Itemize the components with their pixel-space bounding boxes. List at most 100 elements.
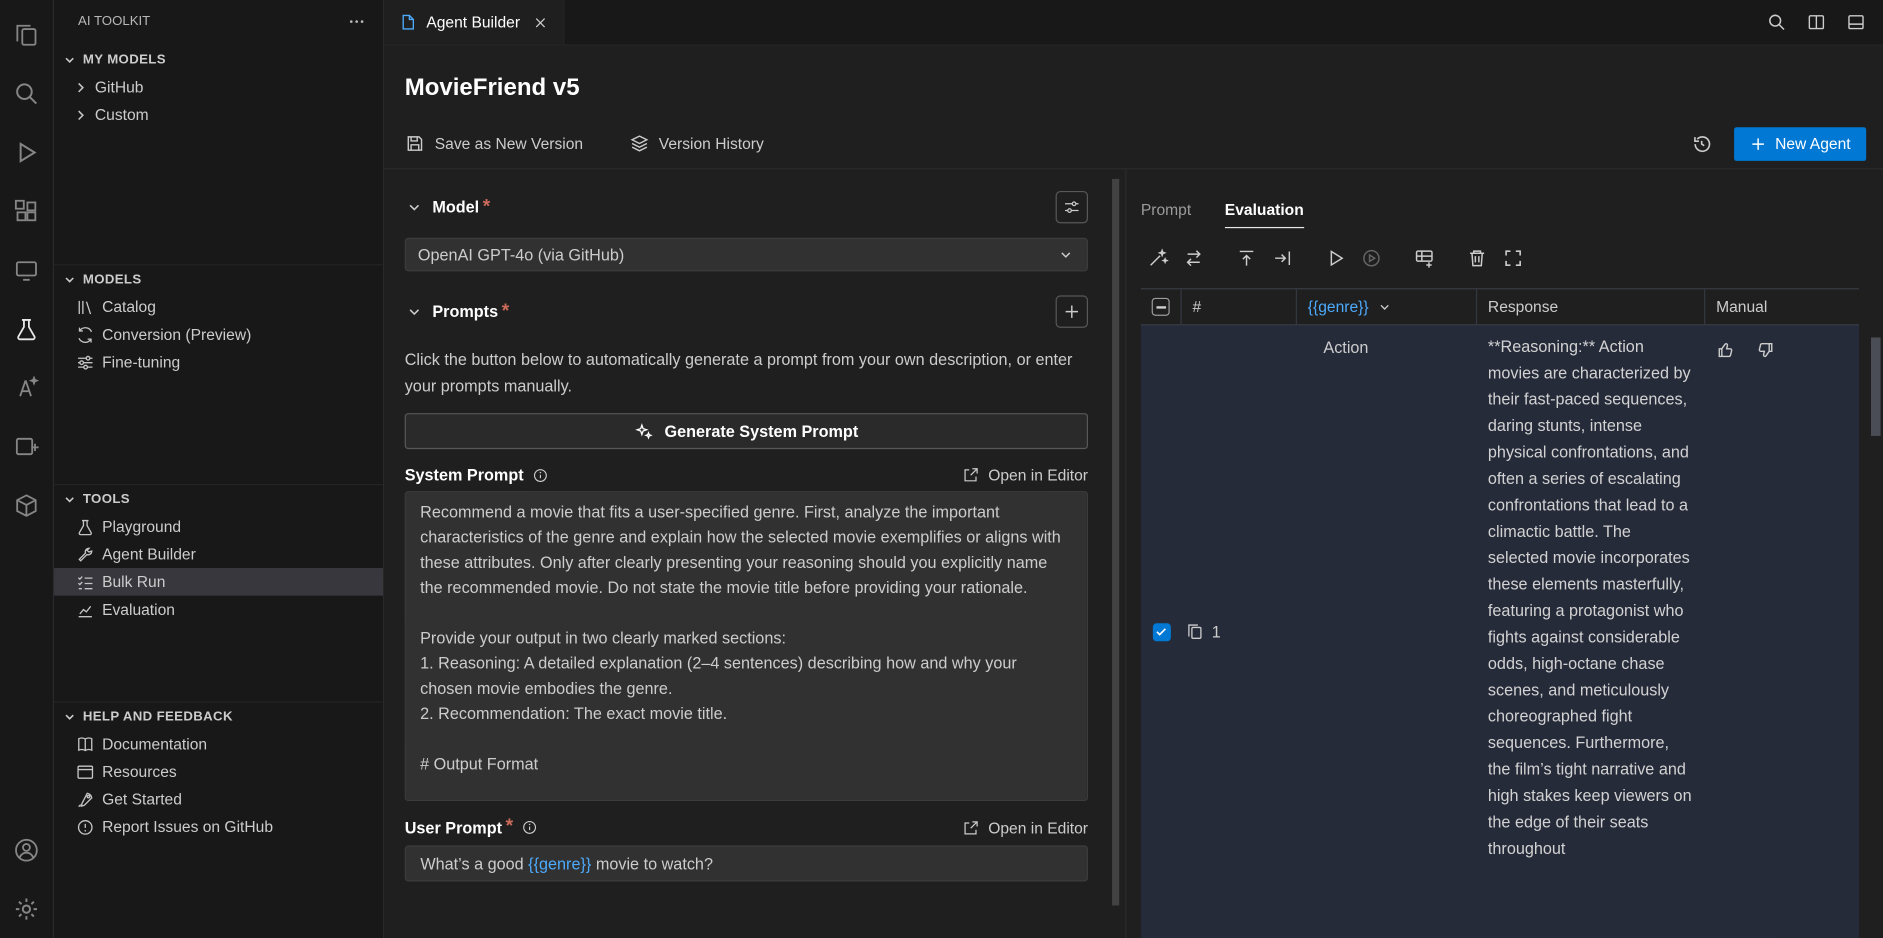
tab-prompt[interactable]: Prompt xyxy=(1141,201,1191,229)
sync-icon xyxy=(76,325,95,344)
sidebar-item-bulk-run[interactable]: Bulk Run xyxy=(54,568,383,596)
info-icon[interactable] xyxy=(532,467,549,484)
generate-data-button[interactable] xyxy=(1141,243,1173,274)
tab-evaluation[interactable]: Evaluation xyxy=(1225,201,1304,229)
sidebar-item-label: Get Started xyxy=(102,790,182,808)
form-scrollbar[interactable] xyxy=(1111,179,1121,928)
open-system-prompt-in-editor-link[interactable]: Open in Editor xyxy=(962,466,1088,484)
system-prompt-textarea[interactable]: Recommend a movie that fits a user-speci… xyxy=(405,491,1088,801)
layout-panel-icon[interactable] xyxy=(1846,12,1866,32)
close-icon[interactable] xyxy=(532,14,549,31)
open-user-prompt-in-editor-link[interactable]: Open in Editor xyxy=(962,818,1088,836)
account-icon[interactable] xyxy=(0,820,53,879)
more-actions-icon[interactable] xyxy=(347,11,366,30)
sidebar-item-playground[interactable]: Playground xyxy=(54,513,383,541)
model-settings-button[interactable] xyxy=(1056,191,1088,223)
extensions-icon[interactable] xyxy=(0,181,53,240)
select-all-checkbox[interactable] xyxy=(1152,298,1170,316)
save-as-new-version-button[interactable]: Save as New Version xyxy=(405,133,583,153)
delete-button[interactable] xyxy=(1460,243,1492,274)
sidebar-item-custom[interactable]: Custom xyxy=(54,101,383,129)
row-checkbox[interactable] xyxy=(1152,623,1170,641)
field-label: System Prompt xyxy=(405,466,524,484)
scrollbar-thumb[interactable] xyxy=(1112,179,1119,906)
add-row-button[interactable] xyxy=(1407,243,1439,274)
required-marker: * xyxy=(502,301,509,323)
row-response-cell[interactable]: **Reasoning:** Action movies are charact… xyxy=(1477,325,1705,937)
column-header-genre[interactable]: {{genre}} xyxy=(1297,289,1477,324)
cube-icon[interactable] xyxy=(0,476,53,535)
graph-icon xyxy=(76,600,95,619)
sidebar-item-conversion[interactable]: Conversion (Preview) xyxy=(54,321,383,349)
sidebar-title: AI TOOLKIT xyxy=(78,14,150,28)
window-plus-icon[interactable] xyxy=(0,417,53,476)
browser-icon xyxy=(76,762,95,781)
model-section-header[interactable]: Model * xyxy=(405,191,1088,223)
table-row[interactable]: 1 Action **Reasoning:** Action movies ar… xyxy=(1141,325,1859,937)
compare-button[interactable] xyxy=(1177,243,1209,274)
search-icon[interactable] xyxy=(1767,12,1787,32)
model-select[interactable]: OpenAI GPT-4o (via GitHub) xyxy=(405,238,1088,272)
column-header-manual[interactable]: Manual xyxy=(1705,289,1859,324)
tools-icon xyxy=(76,545,95,564)
info-icon[interactable] xyxy=(522,819,539,836)
section-label: Prompts xyxy=(432,303,498,321)
version-history-button[interactable]: Version History xyxy=(629,133,764,153)
sidebar-item-label: Agent Builder xyxy=(102,545,196,563)
user-prompt-header: User Prompt * Open in Editor xyxy=(405,817,1088,839)
add-prompt-button[interactable] xyxy=(1056,295,1088,327)
sidebar-item-fine-tuning[interactable]: Fine-tuning xyxy=(54,348,383,376)
sidebar-item-agent-builder[interactable]: Agent Builder xyxy=(54,540,383,568)
split-editor-icon[interactable] xyxy=(1806,12,1826,32)
sidebar-item-documentation[interactable]: Documentation xyxy=(54,730,383,758)
play-icon xyxy=(1324,247,1346,269)
sidebar-section-models: MODELS Catalog Conversion (Preview) Fine… xyxy=(54,264,383,376)
chevron-down-icon[interactable] xyxy=(1376,298,1393,315)
prompts-section-header[interactable]: Prompts * xyxy=(405,295,1088,327)
search-icon[interactable] xyxy=(0,64,53,123)
table-header: # {{genre}} Response Manual xyxy=(1141,289,1859,325)
section-header-tools[interactable]: TOOLS xyxy=(54,485,383,513)
export-dataset-button[interactable] xyxy=(1266,243,1298,274)
tab-agent-builder[interactable]: Agent Builder xyxy=(384,0,564,44)
settings-gear-icon[interactable] xyxy=(0,879,53,938)
thumbs-up-icon[interactable] xyxy=(1716,340,1736,360)
sidebar-item-get-started[interactable]: Get Started xyxy=(54,785,383,813)
azure-ai-icon[interactable] xyxy=(0,358,53,417)
row-number-cell: 1 xyxy=(1182,325,1297,937)
layers-icon xyxy=(629,133,649,153)
new-agent-button[interactable]: New Agent xyxy=(1734,127,1866,161)
remote-explorer-icon[interactable] xyxy=(0,240,53,299)
vscode-window: AI TOOLKIT MY MODELS GitHub Custom xyxy=(0,0,1883,938)
required-marker: * xyxy=(506,817,513,839)
fullscreen-button[interactable] xyxy=(1496,243,1528,274)
sidebar-item-label: Fine-tuning xyxy=(102,353,180,371)
row-genre-cell[interactable]: Action xyxy=(1297,325,1477,937)
button-label: Save as New Version xyxy=(435,135,583,153)
tab-label: Agent Builder xyxy=(426,13,520,31)
column-header-response[interactable]: Response xyxy=(1477,289,1705,324)
scrollbar-thumb[interactable] xyxy=(1871,337,1881,435)
run-all-button[interactable] xyxy=(1319,243,1351,274)
sidebar-item-resources[interactable]: Resources xyxy=(54,758,383,786)
flask-icon[interactable] xyxy=(0,299,53,358)
files-icon[interactable] xyxy=(0,5,53,64)
section-header-help[interactable]: HELP AND FEEDBACK xyxy=(54,703,383,731)
section-header-my-models[interactable]: MY MODELS xyxy=(54,46,383,74)
restore-history-icon[interactable] xyxy=(1691,133,1713,155)
sidebar-item-evaluation[interactable]: Evaluation xyxy=(54,596,383,624)
section-header-models[interactable]: MODELS xyxy=(54,265,383,293)
column-header-number[interactable]: # xyxy=(1182,289,1297,324)
sidebar-item-catalog[interactable]: Catalog xyxy=(54,293,383,321)
sidebar-item-report-issues[interactable]: Report Issues on GitHub xyxy=(54,813,383,841)
import-dataset-button[interactable] xyxy=(1230,243,1262,274)
sidebar-item-label: Custom xyxy=(95,106,149,124)
generate-system-prompt-button[interactable]: Generate System Prompt xyxy=(405,413,1088,449)
user-prompt-input[interactable]: What’s a good {{genre}} movie to watch? xyxy=(405,845,1088,881)
expand-icon xyxy=(1502,247,1524,269)
run-debug-icon[interactable] xyxy=(0,122,53,181)
sidebar-item-github[interactable]: GitHub xyxy=(54,73,383,101)
thumbs-down-icon[interactable] xyxy=(1755,340,1775,360)
run-selected-button[interactable] xyxy=(1355,243,1387,274)
panel-scrollbar[interactable] xyxy=(1869,169,1883,938)
